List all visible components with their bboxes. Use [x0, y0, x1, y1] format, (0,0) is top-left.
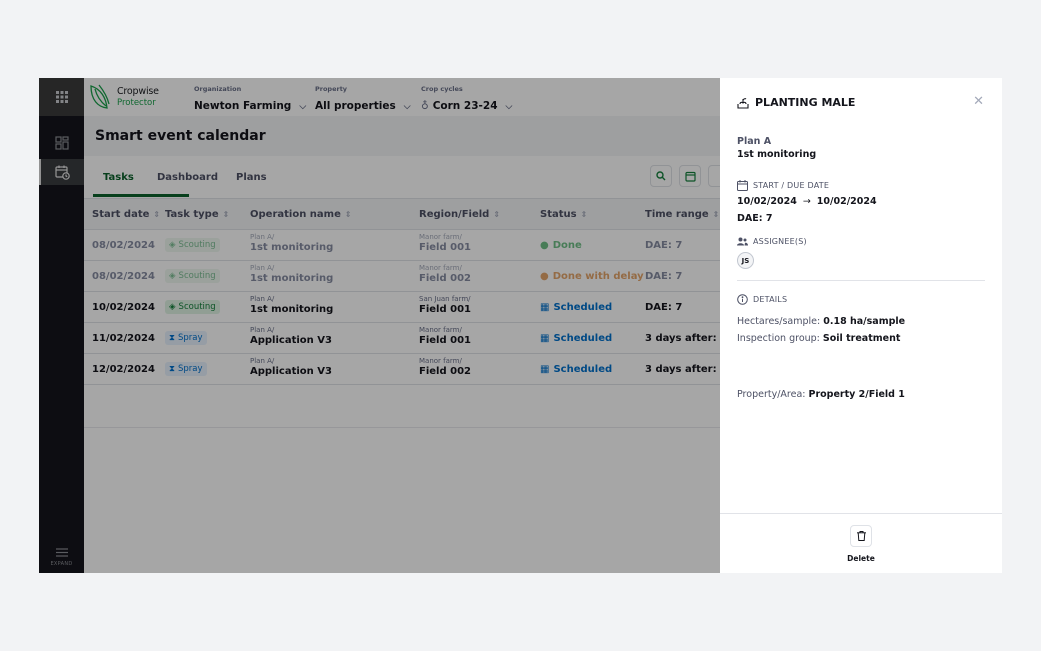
- hectares-detail: Hectares/sample: 0.18 ha/sample: [737, 316, 905, 328]
- delete-label: Delete: [847, 554, 875, 563]
- panel-title: PLANTING MALE: [737, 96, 855, 109]
- property-detail: Property/Area: Property 2/Field 1: [737, 389, 905, 401]
- close-icon[interactable]: ✕: [973, 94, 984, 109]
- details-label: DETAILS: [737, 294, 787, 305]
- modal-overlay[interactable]: [39, 78, 720, 573]
- date-range: 10/02/2024 → 10/02/2024: [737, 196, 877, 208]
- trash-icon: [856, 531, 866, 541]
- panel-footer: Delete: [720, 513, 1002, 573]
- due-date: 10/02/2024: [816, 196, 877, 207]
- info-icon: [737, 294, 748, 305]
- property-area-value: Property 2/Field 1: [808, 389, 905, 400]
- inspection-value: Soil treatment: [822, 333, 901, 344]
- delete-button[interactable]: [850, 525, 872, 547]
- arrow-right-icon: →: [802, 196, 811, 207]
- avatar[interactable]: JS: [737, 252, 754, 269]
- start-due-date-label: START / DUE DATE: [737, 180, 829, 191]
- assignee-label: ASSIGNEE(S): [737, 237, 807, 246]
- calendar-icon: [737, 180, 748, 191]
- app-window: EXPAND Cropwise Protector Organization N…: [39, 78, 1002, 573]
- dae-value: DAE: 7: [737, 213, 773, 224]
- hectares-label: Hectares/sample:: [737, 316, 821, 327]
- task-detail-panel: PLANTING MALE ✕ Plan A 1st monitoring ST…: [720, 78, 1002, 573]
- planting-icon: [737, 97, 749, 109]
- users-icon: [737, 237, 748, 246]
- divider: [737, 280, 985, 281]
- start-date: 10/02/2024: [737, 196, 797, 207]
- inspection-detail: Inspection group: Soil treatment: [737, 333, 900, 345]
- hectares-value: 0.18 ha/sample: [823, 316, 906, 327]
- inspection-label: Inspection group:: [737, 333, 820, 344]
- plan-name: Plan A: [737, 136, 772, 147]
- operation-name: 1st monitoring: [737, 149, 817, 160]
- property-area-label: Property/Area:: [737, 389, 806, 400]
